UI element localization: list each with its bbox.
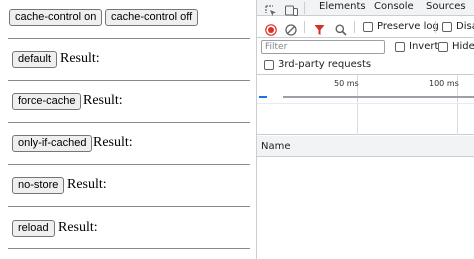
default-button[interactable]: default — [12, 51, 58, 68]
request-table-header: Name — [257, 136, 474, 157]
result-label: Result: — [67, 177, 107, 192]
result-label: Result: — [60, 51, 100, 66]
no-store-button[interactable]: no-store — [12, 177, 65, 194]
devtools-panel: Elements Console Sources Preserve log Di… — [256, 0, 474, 259]
divider — [257, 103, 474, 104]
reload-button[interactable]: reload — [12, 220, 55, 237]
third-party-checkbox[interactable] — [264, 60, 274, 70]
tick-label: 50 ms — [334, 79, 359, 88]
devtools-tab-bar: Elements Console Sources — [257, 0, 474, 16]
tab-sources[interactable]: Sources — [426, 1, 466, 13]
filter-input[interactable]: Filter — [261, 40, 385, 54]
tab-elements[interactable]: Elements — [319, 1, 366, 13]
tab-console[interactable]: Console — [374, 1, 414, 13]
result-label: Result: — [58, 220, 98, 235]
force-cache-button[interactable]: force-cache — [12, 93, 82, 110]
disable-cache-checkbox[interactable] — [442, 22, 452, 32]
third-party-label: 3rd-party requests — [278, 59, 372, 70]
divider — [8, 122, 250, 123]
network-toolbar: Preserve log Disa — [257, 17, 474, 38]
divider — [8, 80, 250, 81]
divider — [8, 164, 250, 165]
preserve-log-label: Preserve log — [377, 21, 439, 32]
only-if-cached-button[interactable]: only-if-cached — [12, 135, 93, 152]
request-bar — [283, 96, 474, 98]
result-label: Result: — [93, 135, 133, 150]
tick-label: 100 ms — [429, 79, 459, 88]
separator — [304, 21, 305, 33]
invert-label: Invert — [409, 41, 439, 52]
filter-bar: Filter Invert Hide — [257, 38, 474, 57]
test-page: cache-control on cache-control off defau… — [0, 0, 250, 259]
result-label: Result: — [83, 93, 123, 108]
invert-checkbox[interactable] — [395, 42, 405, 52]
preserve-log-checkbox[interactable] — [363, 22, 373, 32]
request-bar — [259, 96, 267, 98]
divider — [8, 206, 250, 207]
divider — [8, 248, 250, 249]
third-party-row: 3rd-party requests — [257, 57, 474, 75]
separator — [435, 21, 436, 33]
cache-control-off-button[interactable]: cache-control off — [105, 9, 199, 26]
cache-control-on-button[interactable]: cache-control on — [9, 9, 103, 26]
separator — [304, 2, 305, 14]
hide-label: Hide — [452, 41, 474, 52]
disable-cache-label: Disa — [456, 21, 474, 32]
divider — [8, 38, 250, 39]
hide-data-urls-checkbox[interactable] — [438, 42, 448, 52]
timeline-overview[interactable]: 50 ms 100 ms — [257, 75, 474, 135]
separator — [354, 21, 355, 33]
column-header-name[interactable]: Name — [261, 141, 291, 153]
